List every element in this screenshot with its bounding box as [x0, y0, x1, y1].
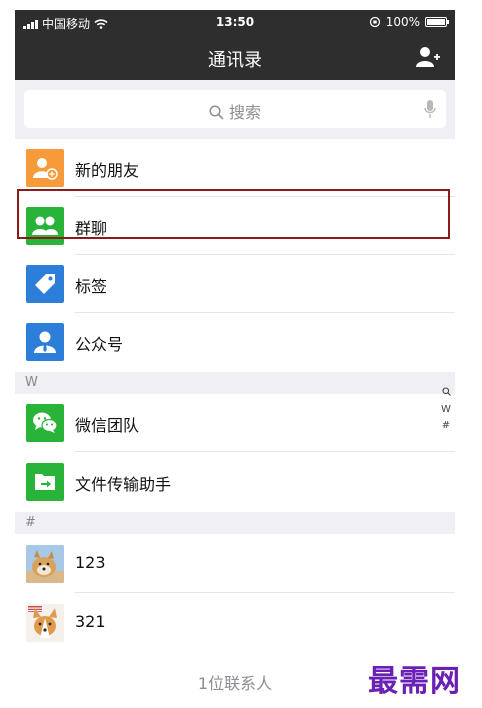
search-input[interactable]: 搜索	[24, 90, 446, 128]
section-header-hash: #	[15, 512, 455, 534]
list-item-label: 文件传输助手	[75, 475, 172, 494]
phone-screen: 中国移动 13:50 100% 通讯录 搜索 新的朋友 群聊 标签 公众号 W …	[15, 10, 455, 708]
search-icon	[209, 105, 224, 120]
list-item-label: 321	[75, 612, 106, 631]
page-title: 通讯录	[208, 50, 262, 71]
list-item-contact-321[interactable]: 321	[15, 594, 455, 652]
index-letter-w[interactable]: W	[440, 402, 452, 418]
list-item-label: 公众号	[75, 335, 124, 354]
wechat-icon	[26, 404, 64, 442]
battery-icon	[425, 17, 449, 27]
official-account-icon	[26, 323, 64, 361]
section-letter: #	[25, 515, 36, 530]
battery-percent: 100%	[385, 15, 420, 29]
list-item-label: 123	[75, 553, 106, 572]
list-item-label: 新的朋友	[75, 161, 140, 180]
add-contact-icon[interactable]	[415, 45, 441, 69]
new-friend-icon	[26, 149, 64, 187]
list-item-contact-123[interactable]: 123	[15, 535, 455, 593]
list-item-wechat-team[interactable]: 微信团队	[15, 394, 455, 452]
divider	[75, 451, 455, 452]
index-search-icon[interactable]	[440, 386, 452, 402]
list-item-official-accounts[interactable]: 公众号	[15, 313, 455, 371]
index-letter-hash[interactable]: #	[440, 418, 452, 434]
list-item-file-transfer[interactable]: 文件传输助手	[15, 453, 455, 511]
dog-avatar	[26, 545, 64, 583]
microphone-icon[interactable]	[424, 99, 436, 119]
watermark: 最需网	[368, 664, 461, 699]
corgi-avatar	[26, 604, 64, 642]
divider	[75, 592, 455, 593]
nav-bar: 通讯录	[15, 34, 455, 80]
section-index-bar[interactable]: W #	[440, 386, 452, 434]
search-placeholder: 搜索	[229, 103, 262, 122]
list-item-label: 标签	[75, 277, 108, 296]
section-header-w: W	[15, 372, 455, 394]
file-transfer-icon	[26, 463, 64, 501]
tag-icon	[26, 265, 64, 303]
list-item-tags[interactable]: 标签	[15, 255, 455, 313]
section-letter: W	[25, 375, 38, 390]
status-bar: 中国移动 13:50 100%	[15, 10, 455, 34]
list-item-label: 微信团队	[75, 416, 140, 435]
highlight-box	[17, 189, 450, 239]
search-area: 搜索	[15, 80, 455, 148]
orientation-lock-icon	[369, 16, 380, 28]
